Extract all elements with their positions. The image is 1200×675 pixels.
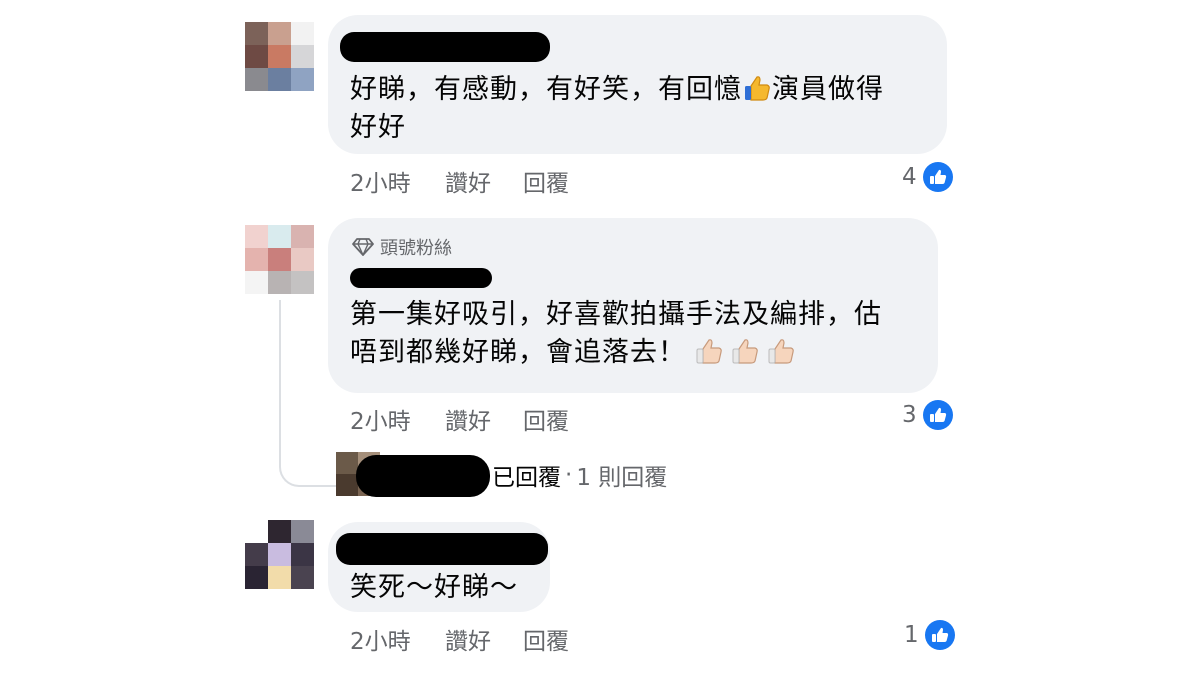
like-button[interactable]: 讚好 <box>445 164 491 198</box>
reply-button[interactable]: 回覆 <box>523 622 569 656</box>
reaction-summary[interactable]: 1 <box>904 619 955 651</box>
reaction-count: 4 <box>902 164 917 190</box>
comment-actions: 2小時 讚好 回覆 <box>350 402 650 435</box>
replier-name-redacted[interactable] <box>356 455 490 497</box>
comment-actions: 2小時 讚好 回覆 <box>350 164 650 197</box>
thumbs-up-emoji <box>745 76 770 101</box>
view-replies-link[interactable]: 已回覆 · 1 則回覆 <box>492 458 667 492</box>
like-button[interactable]: 讚好 <box>445 622 491 656</box>
reaction-summary[interactable]: 4 <box>902 161 953 193</box>
top-fan-badge[interactable]: 頭號粉絲 <box>352 234 452 260</box>
timestamp[interactable]: 2小時 <box>350 622 411 656</box>
thumbs-up-icon <box>924 620 955 650</box>
avatar[interactable] <box>245 225 314 294</box>
comment-bubble: 好睇，有感動，有好笑，有回憶 演員做得 好好 <box>328 15 947 154</box>
reply-button[interactable]: 回覆 <box>523 164 569 198</box>
comment-actions: 2小時 讚好 回覆 <box>350 622 650 655</box>
comment-text: 笑死～好睇～ <box>350 569 540 607</box>
author-name-redacted[interactable] <box>350 268 492 288</box>
avatar[interactable] <box>245 520 314 589</box>
thumbs-up-icon <box>922 400 953 430</box>
comment-text: 好睇，有感動，有好笑，有回憶 演員做得 好好 <box>350 71 940 147</box>
badge-label: 頭號粉絲 <box>380 238 452 259</box>
reaction-summary[interactable]: 3 <box>902 399 953 431</box>
separator: · <box>565 462 573 488</box>
timestamp[interactable]: 2小時 <box>350 402 411 436</box>
reaction-count: 3 <box>902 402 917 428</box>
reply-button[interactable]: 回覆 <box>523 402 569 436</box>
thumbs-up-emoji <box>732 339 758 364</box>
comment-thread: 好睇，有感動，有好笑，有回憶 演員做得 好好 2小時 讚好 回覆 4 頭號粉絲 第… <box>0 0 1200 675</box>
comment-bubble: 頭號粉絲 第一集好吸引，好喜歡拍攝手法及編排，估 唔到都幾好睇，會追落去！ <box>328 218 938 393</box>
comment-text-line: 笑死～好睇～ <box>350 572 518 603</box>
timestamp[interactable]: 2小時 <box>350 164 411 198</box>
replied-label: 已回覆 <box>492 465 561 491</box>
comment-bubble: 笑死～好睇～ <box>328 522 550 612</box>
author-name-redacted[interactable] <box>340 32 550 62</box>
avatar[interactable] <box>245 22 314 91</box>
comment-text: 第一集好吸引，好喜歡拍攝手法及編排，估 唔到都幾好睇，會追落去！ <box>350 296 930 372</box>
comment-text-line: 演員做得 <box>772 74 884 105</box>
comment-text-line: 唔到都幾好睇，會追落去！ <box>350 337 686 368</box>
comment-text-line: 第一集好吸引，好喜歡拍攝手法及編排，估 <box>350 299 882 330</box>
comment-text-line: 好睇，有感動，有好笑，有回憶 <box>350 74 742 105</box>
thumbs-up-emoji <box>696 339 722 364</box>
comment-text-line: 好好 <box>350 112 406 143</box>
reaction-count: 1 <box>904 622 919 648</box>
like-button[interactable]: 讚好 <box>445 402 491 436</box>
reply-count: 1 則回覆 <box>576 465 668 491</box>
thumbs-up-emoji <box>768 339 794 364</box>
author-name-redacted[interactable] <box>336 533 548 565</box>
diamond-icon <box>352 238 374 256</box>
thumbs-up-icon <box>922 162 953 192</box>
